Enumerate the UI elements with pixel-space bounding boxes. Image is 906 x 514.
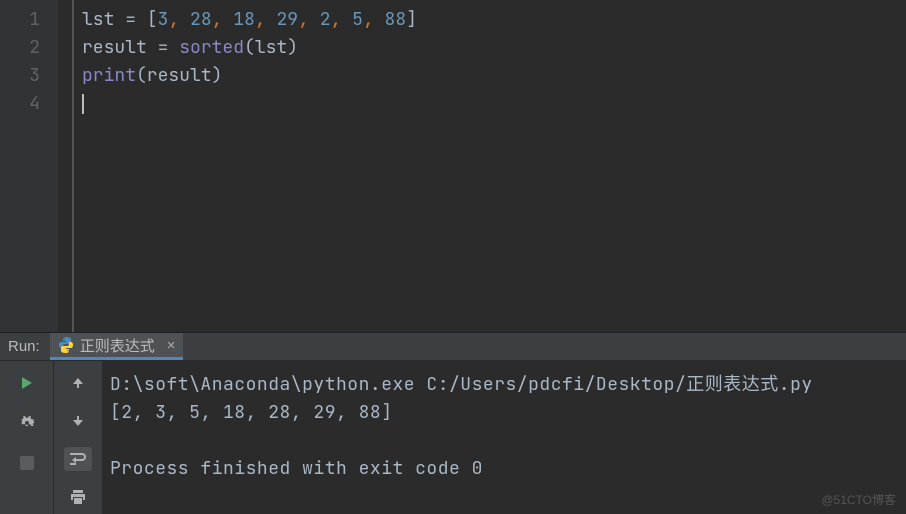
line-number: 4 xyxy=(0,90,58,118)
code-line: result = sorted(lst) xyxy=(82,34,417,62)
line-number-gutter: 1 2 3 4 xyxy=(0,0,58,332)
console-output[interactable]: D:\soft\Anaconda\python.exe C:/Users/pdc… xyxy=(102,361,906,514)
rerun-button[interactable] xyxy=(15,371,39,395)
scroll-down-button[interactable] xyxy=(66,409,90,433)
editor-separator xyxy=(72,0,74,332)
line-number: 1 xyxy=(0,6,58,34)
stop-button[interactable] xyxy=(15,451,39,475)
code-editor[interactable]: lst = [3, 28, 18, 29, 2, 5, 88]result = … xyxy=(82,0,417,332)
run-toolbar-secondary xyxy=(54,361,102,514)
run-tab[interactable]: 正则表达式 × xyxy=(50,333,184,360)
run-tool-window: Run: 正则表达式 × xyxy=(0,332,906,514)
close-icon[interactable]: × xyxy=(167,337,176,354)
editor-area: 1 2 3 4 lst = [3, 28, 18, 29, 2, 5, 88]r… xyxy=(0,0,906,332)
python-icon xyxy=(58,337,74,353)
code-line: print(result) xyxy=(82,62,417,90)
code-line xyxy=(82,90,417,118)
watermark: @51CTO博客 xyxy=(821,491,896,508)
text-cursor xyxy=(82,94,84,114)
settings-button[interactable] xyxy=(15,411,39,435)
run-tab-title: 正则表达式 xyxy=(80,335,155,356)
run-body: D:\soft\Anaconda\python.exe C:/Users/pdc… xyxy=(0,361,906,514)
print-button[interactable] xyxy=(66,485,90,509)
run-toolbar-primary xyxy=(0,361,54,514)
code-line: lst = [3, 28, 18, 29, 2, 5, 88] xyxy=(82,6,417,34)
line-number: 3 xyxy=(0,62,58,90)
run-label: Run: xyxy=(0,338,50,355)
scroll-up-button[interactable] xyxy=(66,371,90,395)
line-number: 2 xyxy=(0,34,58,62)
run-header: Run: 正则表达式 × xyxy=(0,333,906,361)
soft-wrap-button[interactable] xyxy=(64,447,92,471)
